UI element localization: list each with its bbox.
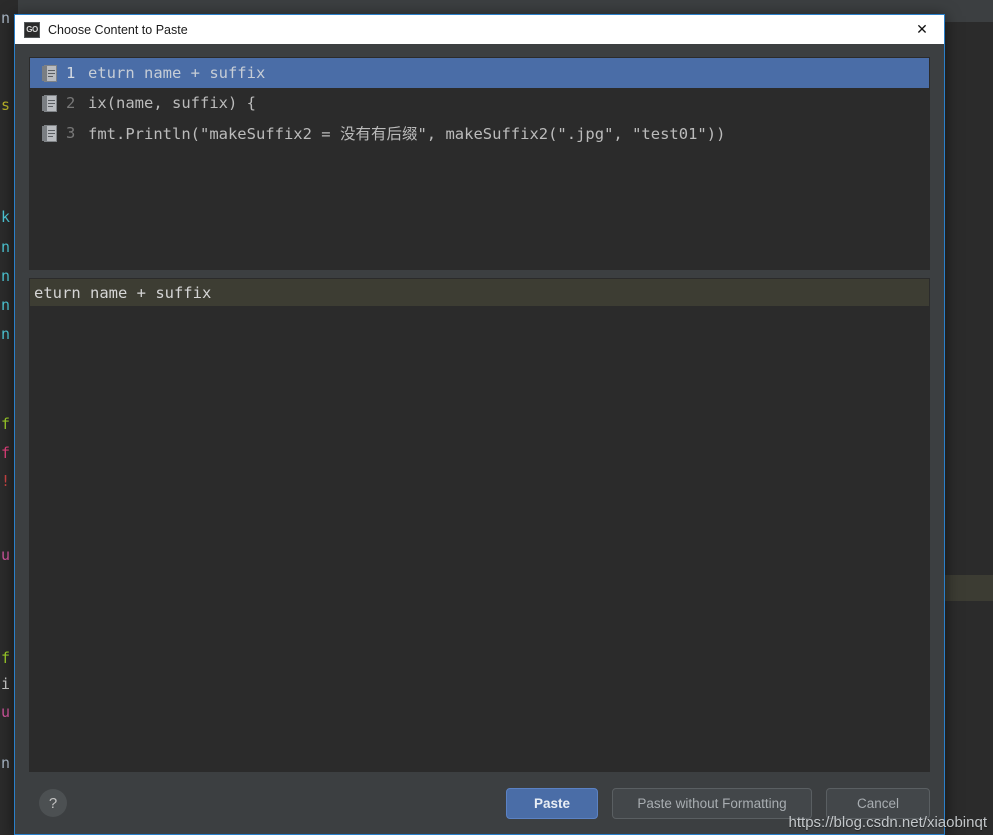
cancel-button[interactable]: Cancel: [826, 787, 930, 819]
editor-caret-line-highlight-right: [945, 575, 993, 601]
clipboard-item-text: ix(name, suffix) {: [88, 94, 256, 112]
clipboard-page-icon: [42, 124, 57, 142]
paste-preview-pane[interactable]: eturn name + suffix: [29, 278, 930, 772]
preview-text: eturn name + suffix: [34, 283, 212, 302]
clipboard-page-icon: [42, 94, 57, 112]
go-app-icon: GO: [24, 21, 40, 38]
footer-button-group: Paste Paste without Formatting Cancel: [506, 787, 930, 819]
clipboard-history-list[interactable]: 1 eturn name + suffix 2 ix(name, suffix) { 3…: [29, 57, 930, 270]
dialog-title: Choose Content to Paste: [48, 22, 188, 37]
clipboard-list-item[interactable]: 2 ix(name, suffix) {: [30, 88, 929, 118]
clipboard-item-index: 3: [66, 124, 76, 142]
clipboard-item-text: eturn name + suffix: [88, 64, 266, 82]
clipboard-list-item[interactable]: 3 fmt.Println("makeSuffix2 = 没有有后缀", make…: [30, 118, 929, 148]
dialog-body: 1 eturn name + suffix 2 ix(name, suffix) { 3…: [15, 44, 944, 772]
help-button[interactable]: ?: [39, 789, 67, 817]
dialog-footer: ? Paste Paste without Formatting Cancel: [15, 772, 944, 834]
paste-without-formatting-button[interactable]: Paste without Formatting: [612, 787, 812, 819]
clipboard-list-item[interactable]: 1 eturn name + suffix: [30, 58, 929, 88]
paste-button[interactable]: Paste: [506, 787, 598, 819]
clipboard-item-index: 2: [66, 94, 76, 112]
dialog-titlebar[interactable]: GO Choose Content to Paste ✕: [15, 15, 944, 44]
clipboard-item-index: 1: [66, 64, 76, 82]
clipboard-item-text: fmt.Println("makeSuffix2 = 没有有后缀", makeS…: [88, 125, 726, 143]
clipboard-page-icon: [42, 64, 57, 82]
choose-content-to-paste-dialog: GO Choose Content to Paste ✕ 1 eturn name…: [14, 14, 945, 835]
close-icon[interactable]: ✕: [900, 15, 944, 44]
preview-caret-line: eturn name + suffix: [30, 279, 929, 306]
